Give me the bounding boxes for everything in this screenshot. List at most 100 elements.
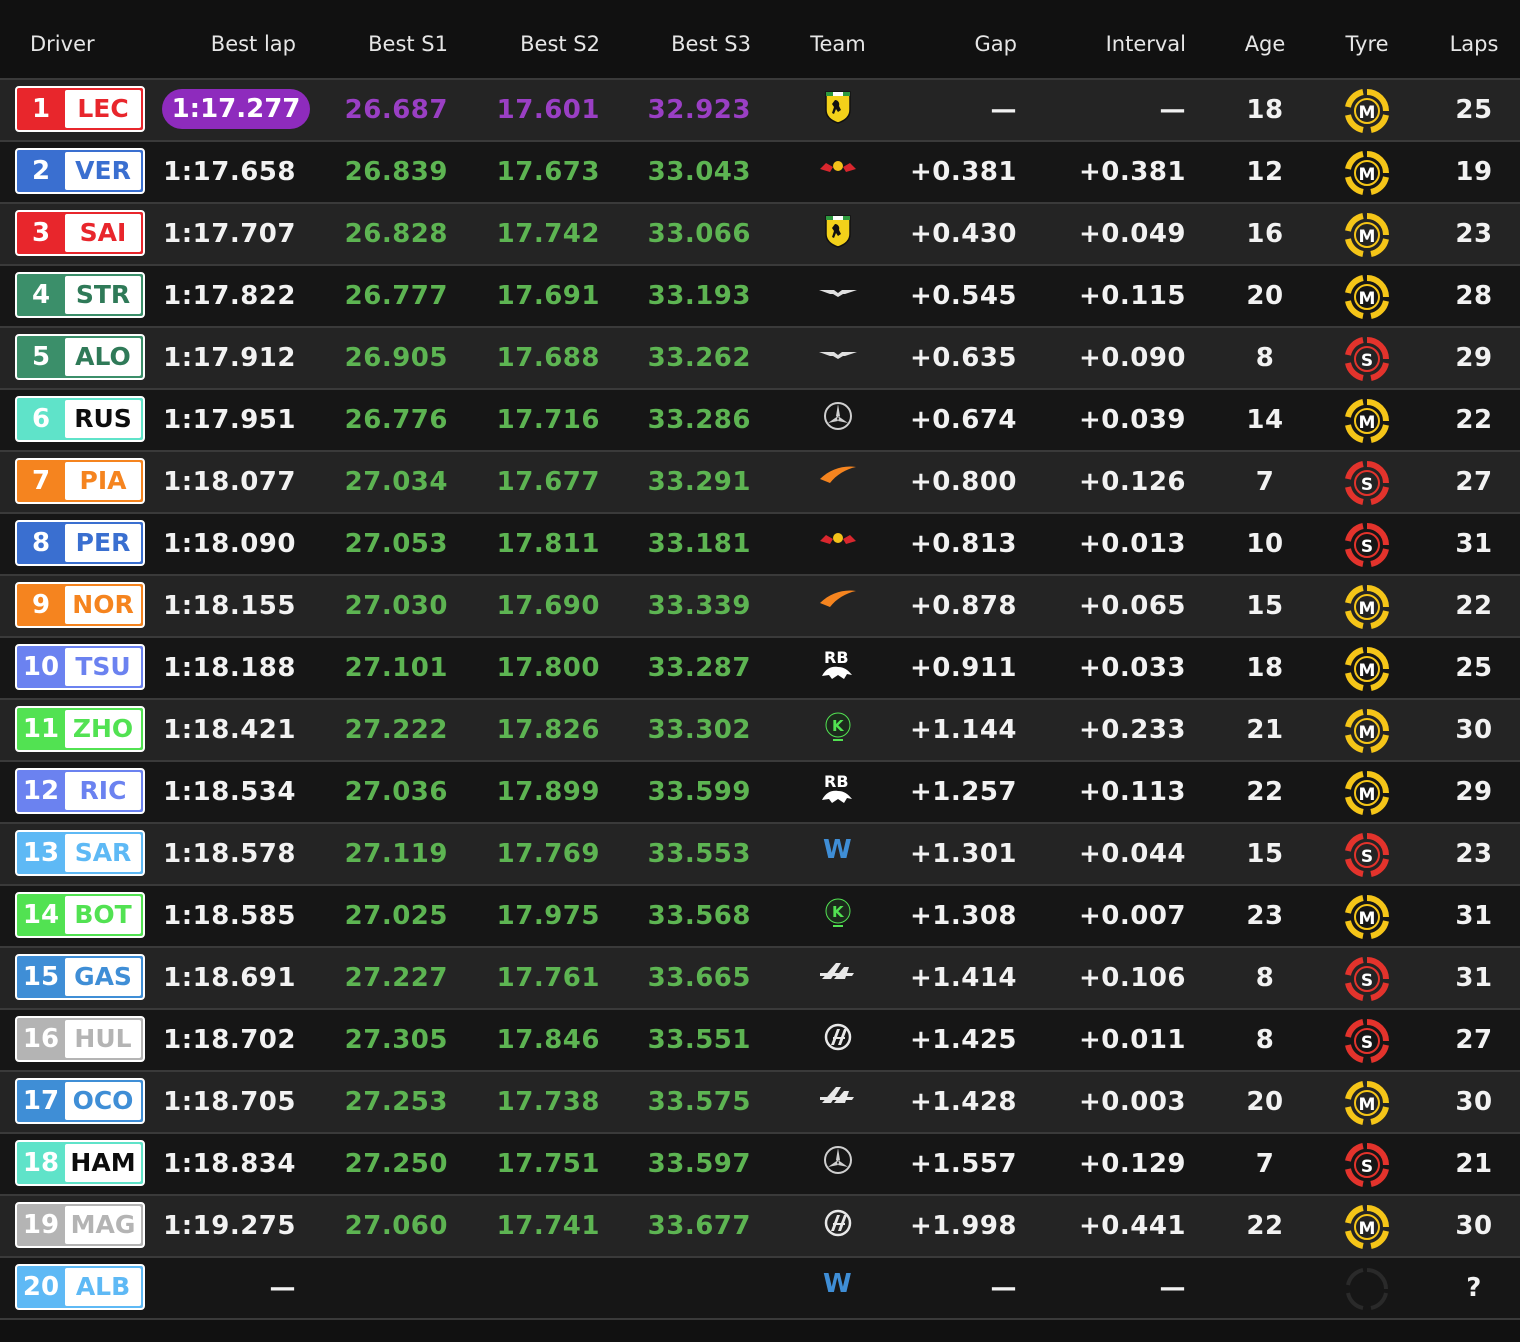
gap: +1.414: [909, 963, 1017, 993]
astonmartin-logo-icon: [818, 276, 858, 316]
driver-badge[interactable]: 10 TSU: [15, 644, 145, 690]
driver-row[interactable]: 20 ALB — W — —?: [0, 1258, 1520, 1318]
driver-row[interactable]: 14 BOT 1:18.585 27.025 17.975 33.568 K +1.308 +0…: [0, 886, 1520, 946]
driver-row[interactable]: 18 HAM 1:18.834 27.250 17.751 33.597 +1.557 +0.…: [0, 1134, 1520, 1194]
tyre-age: 15: [1246, 839, 1284, 869]
driver-row[interactable]: 8 PER 1:18.090 27.053 17.811 33.181 +0.813 +0.0…: [0, 514, 1520, 574]
driver-code: ZHO: [65, 710, 141, 748]
interval: +0.033: [1078, 653, 1186, 683]
best-s2: [480, 1258, 600, 1318]
driver-badge[interactable]: 1 LEC: [15, 86, 145, 132]
driver-row[interactable]: 12 RIC 1:18.534 27.036 17.899 33.599 RB +1.257 +…: [0, 762, 1520, 822]
tyre-age: 21: [1246, 715, 1284, 745]
driver-badge[interactable]: 6 RUS: [15, 396, 145, 442]
driver-row[interactable]: 3 SAI 1:17.707 26.828 17.742 33.066 +0.430 +0.0…: [0, 204, 1520, 264]
interval: +0.007: [1078, 901, 1186, 931]
soft-tyre-icon: S: [1344, 522, 1390, 568]
best-lap: 1:18.834: [163, 1149, 296, 1179]
best-s3: 33.597: [647, 1149, 751, 1179]
header-gap[interactable]: Gap: [900, 0, 1017, 88]
svg-text:M: M: [1359, 909, 1376, 929]
best-lap: 1:18.421: [163, 715, 296, 745]
interval: +0.003: [1078, 1087, 1186, 1117]
driver-code: VER: [65, 152, 141, 190]
driver-code: LEC: [65, 90, 141, 128]
driver-badge[interactable]: 9 NOR: [15, 582, 145, 628]
driver-row[interactable]: 4 STR 1:17.822 26.777 17.691 33.193 +0.545 +0.1…: [0, 266, 1520, 326]
driver-row[interactable]: 6 RUS 1:17.951 26.776 17.716 33.286 +0.674 +0.0…: [0, 390, 1520, 450]
best-s2: 17.673: [496, 157, 600, 187]
position-number: 7: [31, 466, 51, 496]
header-best-s1[interactable]: Best S1: [330, 0, 448, 88]
header-age[interactable]: Age: [1225, 0, 1305, 88]
driver-row[interactable]: 17 OCO 1:18.705 27.253 17.738 33.575 +1.428 +0.…: [0, 1072, 1520, 1132]
best-s3: 33.043: [647, 157, 751, 187]
driver-badge[interactable]: 7 PIA: [15, 458, 145, 504]
position-number: 5: [31, 342, 51, 372]
alpine-logo-icon: [818, 1082, 858, 1122]
header-tyre[interactable]: Tyre: [1327, 0, 1407, 88]
laps: 29: [1455, 777, 1493, 807]
mercedes-logo-icon: [818, 400, 858, 440]
interval: +0.129: [1078, 1149, 1186, 1179]
header-team[interactable]: Team: [780, 0, 896, 88]
driver-badge[interactable]: 12 RIC: [15, 768, 145, 814]
laps: 22: [1455, 591, 1493, 621]
driver-badge[interactable]: 17 OCO: [15, 1078, 145, 1124]
best-s2: 17.826: [496, 715, 600, 745]
driver-row[interactable]: 15 GAS 1:18.691 27.227 17.761 33.665 +1.414 +0.…: [0, 948, 1520, 1008]
driver-row[interactable]: 2 VER 1:17.658 26.839 17.673 33.043 +0.381 +0.3…: [0, 142, 1520, 202]
mercedes-logo-icon: [818, 1144, 858, 1184]
driver-code: MAG: [65, 1206, 141, 1244]
medium-tyre-icon: M: [1344, 770, 1390, 816]
driver-badge[interactable]: 20 ALB: [15, 1264, 145, 1310]
header-best-s3[interactable]: Best S3: [630, 0, 751, 88]
driver-row[interactable]: 1 LEC 1:17.277 26.687 17.601 32.923 — — 18 M 25: [0, 80, 1520, 140]
driver-badge[interactable]: 19 MAG: [15, 1202, 145, 1248]
best-lap: 1:18.090: [163, 529, 296, 559]
driver-row[interactable]: 16 HUL 1:18.702 27.305 17.846 33.551 +1.425 +0.…: [0, 1010, 1520, 1070]
ferrari-logo-icon: [818, 90, 858, 130]
medium-tyre-icon: M: [1344, 398, 1390, 444]
header-best-lap[interactable]: Best lap: [140, 0, 296, 88]
driver-badge[interactable]: 5 ALO: [15, 334, 145, 380]
driver-row[interactable]: 19 MAG 1:19.275 27.060 17.741 33.677 +1.998 +0.…: [0, 1196, 1520, 1256]
best-s3: 33.262: [647, 343, 751, 373]
driver-badge[interactable]: 14 BOT: [15, 892, 145, 938]
driver-badge[interactable]: 15 GAS: [15, 954, 145, 1000]
laps: 27: [1455, 467, 1493, 497]
driver-row[interactable]: 5 ALO 1:17.912 26.905 17.688 33.262 +0.635 +0.0…: [0, 328, 1520, 388]
best-s1: [330, 1258, 448, 1318]
driver-row[interactable]: 13 SAR 1:18.578 27.119 17.769 33.553 W +1.301 +0…: [0, 824, 1520, 884]
header-interval[interactable]: Interval: [1050, 0, 1186, 88]
best-lap: 1:17.707: [163, 219, 296, 249]
medium-tyre-icon: M: [1344, 894, 1390, 940]
driver-badge[interactable]: 11 ZHO: [15, 706, 145, 752]
svg-text:W: W: [823, 1269, 852, 1296]
driver-badge[interactable]: 18 HAM: [15, 1140, 145, 1186]
tyre-age: 22: [1246, 777, 1284, 807]
svg-text:S: S: [1361, 971, 1373, 991]
gap: +1.428: [909, 1087, 1017, 1117]
header-driver[interactable]: Driver: [30, 0, 95, 88]
header-laps[interactable]: Laps: [1430, 0, 1518, 88]
driver-code: GAS: [65, 958, 141, 996]
best-s3: 33.575: [647, 1087, 751, 1117]
driver-badge[interactable]: 3 SAI: [15, 210, 145, 256]
header-best-s2[interactable]: Best S2: [480, 0, 600, 88]
driver-badge[interactable]: 16 HUL: [15, 1016, 145, 1062]
tyre-age: 8: [1255, 1025, 1275, 1055]
best-lap: 1:19.275: [163, 1211, 296, 1241]
driver-row[interactable]: 10 TSU 1:18.188 27.101 17.800 33.287 RB +0.911 +…: [0, 638, 1520, 698]
driver-row[interactable]: 7 PIA 1:18.077 27.034 17.677 33.291 +0.800 +0.1…: [0, 452, 1520, 512]
best-s2: 17.738: [496, 1087, 600, 1117]
best-s1: 27.305: [344, 1025, 448, 1055]
driver-badge[interactable]: 13 SAR: [15, 830, 145, 876]
driver-badge[interactable]: 2 VER: [15, 148, 145, 194]
gap: +1.557: [909, 1149, 1017, 1179]
driver-row[interactable]: 11 ZHO 1:18.421 27.222 17.826 33.302 K +1.144 +0…: [0, 700, 1520, 760]
best-s1: 27.253: [344, 1087, 448, 1117]
driver-badge[interactable]: 4 STR: [15, 272, 145, 318]
driver-row[interactable]: 9 NOR 1:18.155 27.030 17.690 33.339 +0.878 +0.0…: [0, 576, 1520, 636]
driver-badge[interactable]: 8 PER: [15, 520, 145, 566]
